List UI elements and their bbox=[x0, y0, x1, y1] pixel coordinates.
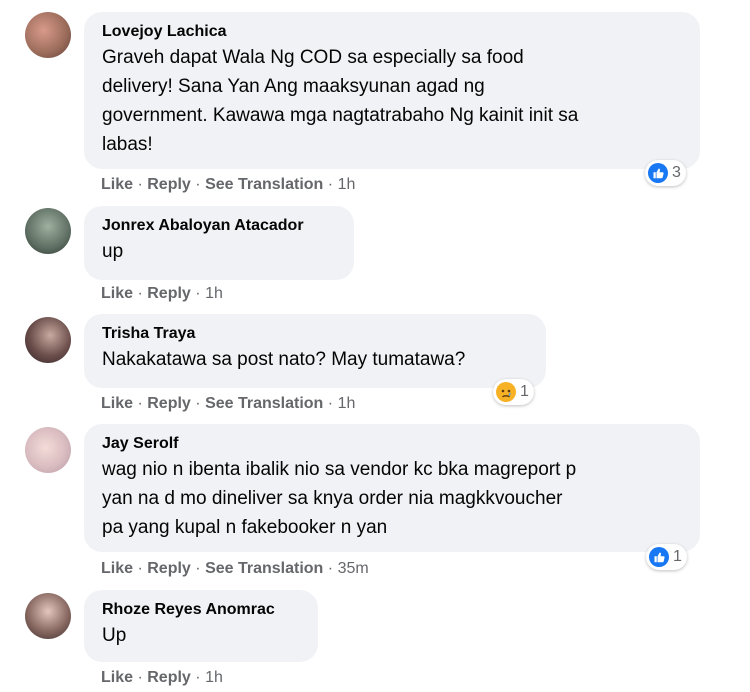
avatar[interactable] bbox=[25, 208, 71, 254]
comment-text: Nakakatawa sa post nato? May tumatawa? bbox=[102, 349, 466, 370]
comment-timestamp[interactable]: 35m bbox=[338, 560, 369, 577]
comment-text: up bbox=[102, 241, 124, 262]
comment-author[interactable]: Trisha Traya bbox=[102, 324, 530, 344]
reaction-count-number: 1 bbox=[520, 383, 529, 400]
avatar[interactable] bbox=[25, 593, 71, 639]
see-translation-link[interactable]: See Translation bbox=[205, 560, 323, 577]
reply-link[interactable]: Reply bbox=[147, 176, 191, 193]
like-link[interactable]: Like bbox=[101, 176, 133, 193]
see-translation-link[interactable]: See Translation bbox=[205, 395, 323, 412]
comment-timestamp[interactable]: 1h bbox=[205, 285, 223, 302]
like-link[interactable]: Like bbox=[101, 395, 133, 412]
comment-actions: Like · Reply · 1h bbox=[101, 285, 223, 302]
comment-actions: Like · Reply · 1h bbox=[101, 669, 223, 686]
comment-author[interactable]: Jay Serolf bbox=[102, 434, 684, 454]
comment-bubble: Rhoze Reyes Anomrac Up bbox=[84, 590, 318, 662]
comment-text: wag nio n ibenta ibalik nio sa vendor kc… bbox=[102, 459, 577, 538]
comment-actions: Like · Reply · See Translation · 35m bbox=[101, 560, 369, 577]
comment-author[interactable]: Lovejoy Lachica bbox=[102, 22, 684, 42]
see-translation-link[interactable]: See Translation bbox=[205, 176, 323, 193]
reply-link[interactable]: Reply bbox=[147, 285, 191, 302]
comment-bubble: Jay Serolf wag nio n ibenta ibalik nio s… bbox=[84, 424, 700, 552]
reaction-count-number: 3 bbox=[672, 164, 681, 181]
comment-actions: Like · Reply · See Translation · 1h bbox=[101, 176, 356, 193]
avatar[interactable] bbox=[25, 12, 71, 58]
like-icon bbox=[649, 547, 669, 567]
comment-bubble: Jonrex Abaloyan Atacador up bbox=[84, 206, 354, 280]
reaction-count[interactable]: 3 bbox=[645, 160, 686, 186]
comment-author[interactable]: Jonrex Abaloyan Atacador bbox=[102, 216, 338, 236]
comment-bubble: Trisha Traya Nakakatawa sa post nato? Ma… bbox=[84, 314, 546, 388]
like-link[interactable]: Like bbox=[101, 669, 133, 686]
like-link[interactable]: Like bbox=[101, 560, 133, 577]
like-icon bbox=[648, 163, 668, 183]
reply-link[interactable]: Reply bbox=[147, 669, 191, 686]
reply-link[interactable]: Reply bbox=[147, 395, 191, 412]
comment-timestamp[interactable]: 1h bbox=[338, 395, 356, 412]
avatar[interactable] bbox=[25, 317, 71, 363]
reaction-count[interactable]: 1 bbox=[493, 379, 534, 405]
comment-text: Up bbox=[102, 625, 127, 646]
comment-author[interactable]: Rhoze Reyes Anomrac bbox=[102, 600, 302, 620]
comment-actions: Like · Reply · See Translation · 1h bbox=[101, 395, 356, 412]
comment-bubble: Lovejoy Lachica Graveh dapat Wala Ng COD… bbox=[84, 12, 700, 169]
sad-icon bbox=[496, 382, 516, 402]
reaction-count-number: 1 bbox=[673, 548, 682, 565]
reaction-count[interactable]: 1 bbox=[646, 544, 687, 570]
comment-text: Graveh dapat Wala Ng COD sa especially s… bbox=[102, 47, 579, 155]
comment-timestamp[interactable]: 1h bbox=[205, 669, 223, 686]
comment-timestamp[interactable]: 1h bbox=[338, 176, 356, 193]
like-link[interactable]: Like bbox=[101, 285, 133, 302]
reply-link[interactable]: Reply bbox=[147, 560, 191, 577]
avatar[interactable] bbox=[25, 427, 71, 473]
